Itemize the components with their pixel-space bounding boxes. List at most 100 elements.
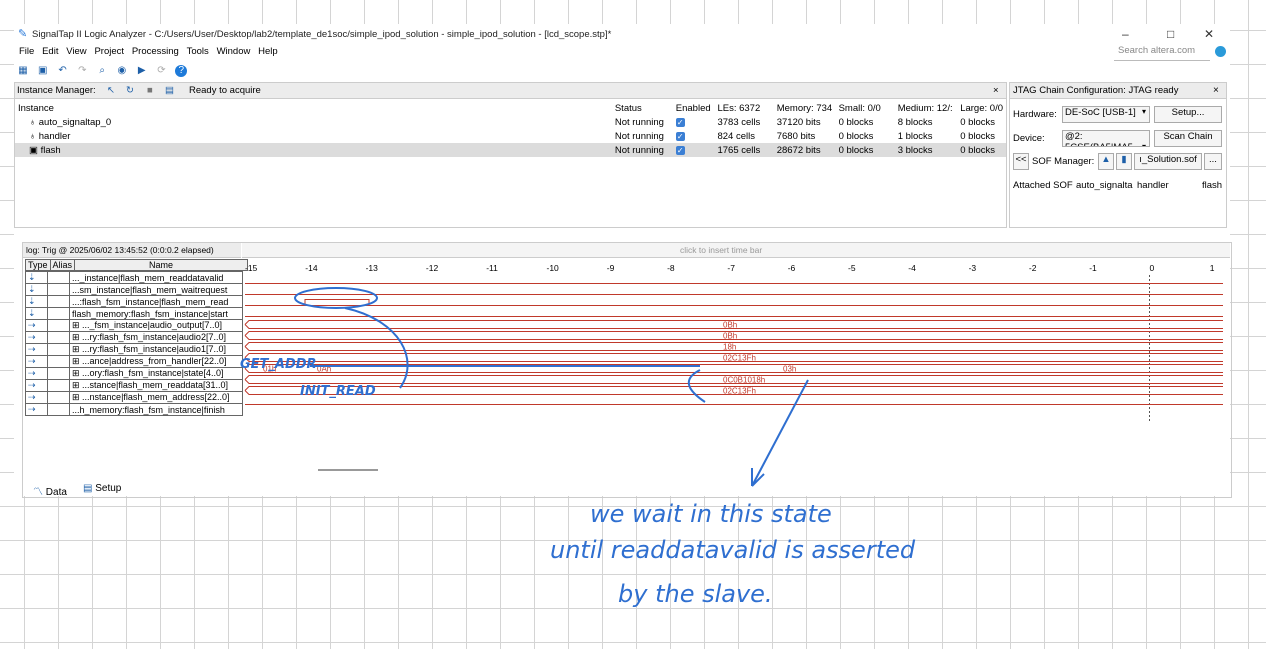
run-analysis-icon[interactable]: ↻: [126, 85, 134, 96]
sof-file-field[interactable]: ı_Solution.sof: [1134, 153, 1202, 170]
data-tab-icon: 〽: [33, 487, 46, 498]
instance-row[interactable]: ♁ auto_signaltap_0 Not running ✓ 3783 ce…: [15, 115, 1006, 129]
time-tick-label: -15: [245, 263, 258, 273]
time-tick-label: 0: [1150, 263, 1155, 273]
time-tick-label: 1: [1210, 263, 1215, 273]
instance-large: 0 blocks: [960, 144, 996, 156]
annotation-note-line-3: by the slave.: [618, 580, 773, 608]
attach-icon[interactable]: ▮: [1116, 153, 1132, 170]
menu-bar: File Edit View Project Processing Tools …: [14, 44, 1230, 60]
instance-status: Not running: [614, 130, 664, 142]
menu-edit[interactable]: Edit: [42, 46, 58, 57]
chevron-down-icon: ▾: [1141, 142, 1146, 147]
enabled-checkbox[interactable]: ✓: [675, 117, 685, 127]
instance-medium: 8 blocks: [897, 116, 933, 128]
enabled-checkbox[interactable]: ✓: [675, 145, 685, 155]
sof-manager-label: SOF Manager:: [1032, 156, 1095, 167]
waveform-panel: log: Trig @ 2025/06/02 13:45:52 (0:0:0.2…: [22, 242, 1232, 498]
bus-value: 18h: [723, 343, 736, 352]
time-tick-label: -8: [667, 263, 675, 273]
attached-col-1: auto_signalta: [1076, 180, 1133, 191]
bus-value: 0Ah: [317, 365, 331, 374]
save-icon[interactable]: ▣: [37, 65, 49, 77]
jtag-close-icon[interactable]: ×: [1213, 85, 1219, 96]
time-tick-label: -5: [848, 263, 856, 273]
instance-status: Not running: [614, 144, 664, 156]
instance-row-selected[interactable]: ▣ flash Not running ✓ 1765 cells 28672 b…: [15, 143, 1006, 157]
find-icon[interactable]: ⌕: [96, 65, 108, 77]
annotation-get-addr: GET_ADDR: [240, 357, 317, 372]
title-bar: ✎ SignalTap II Logic Analyzer - C:/Users…: [14, 24, 1230, 44]
menu-tools[interactable]: Tools: [187, 46, 209, 57]
instance-name: auto_signaltap_0: [38, 116, 112, 128]
time-tick-label: -13: [366, 263, 379, 273]
jtag-panel: JTAG Chain Configuration: JTAG ready × H…: [1009, 82, 1227, 228]
redo-icon[interactable]: ↷: [76, 65, 88, 77]
menu-window[interactable]: Window: [217, 46, 251, 57]
time-tick-label: -11: [486, 263, 498, 273]
attached-col-3: flash: [1202, 180, 1223, 191]
device-value: @2: 5CSE(BA5|MA5: [1065, 131, 1133, 146]
instance-les: 3783 cells: [717, 116, 761, 128]
close-button[interactable]: ✕: [1204, 27, 1214, 41]
col-status: Status: [614, 102, 642, 114]
enabled-checkbox[interactable]: ✓: [675, 131, 685, 141]
help-icon[interactable]: ?: [175, 65, 188, 77]
attached-sof-label: Attached SOF: [1013, 180, 1073, 191]
tab-setup[interactable]: ▤ Setup: [83, 483, 121, 494]
binoculars-icon[interactable]: ◉: [116, 65, 128, 77]
undo-icon[interactable]: ↶: [57, 65, 69, 77]
setup-button[interactable]: Setup...: [1154, 106, 1222, 123]
run-icon[interactable]: ▶: [136, 65, 148, 77]
instance-small: 0 blocks: [838, 116, 874, 128]
autorun-analysis-icon[interactable]: ↖: [107, 85, 115, 96]
instance-name: handler: [38, 130, 71, 142]
instance-name: flash: [40, 144, 61, 156]
maximize-button[interactable]: □: [1167, 27, 1174, 41]
read-data-icon[interactable]: ▤: [165, 85, 174, 96]
tab-data[interactable]: 〽 Data: [33, 483, 67, 498]
menu-view[interactable]: View: [66, 46, 86, 57]
chevron-down-icon: ▾: [1141, 107, 1146, 116]
instance-large: 0 blocks: [960, 116, 996, 128]
menu-project[interactable]: Project: [94, 46, 124, 57]
instance-manager-panel: Instance Manager: ↖ ↻ ■ ▤ Ready to acqui…: [14, 82, 1007, 228]
instance-manager-header: Instance Manager: ↖ ↻ ■ ▤ Ready to acqui…: [15, 83, 1006, 99]
instance-row[interactable]: ♁ handler Not running ✓ 824 cells 7680 b…: [15, 129, 1006, 143]
hardware-select[interactable]: DE-SoC [USB-1] ▾: [1062, 106, 1150, 123]
instance-medium: 3 blocks: [897, 144, 933, 156]
sof-browse-button[interactable]: ...: [1204, 153, 1222, 170]
scan-chain-button[interactable]: Scan Chain: [1154, 130, 1222, 147]
annotation-note-line-1: we wait in this state: [590, 500, 832, 528]
minimize-button[interactable]: –: [1122, 27, 1129, 41]
col-large: Large: 0/0: [960, 102, 1003, 114]
instance-icon: ♁: [29, 130, 39, 142]
stop-analysis-icon[interactable]: ■: [147, 85, 153, 96]
menu-processing[interactable]: Processing: [132, 46, 179, 57]
instance-icon[interactable]: ▦: [17, 65, 29, 77]
time-tick-label: -4: [908, 263, 916, 273]
horizontal-scrollbar[interactable]: [318, 469, 378, 471]
attached-col-2: handler: [1137, 180, 1169, 191]
col-memory: Memory: 734: [776, 102, 833, 114]
time-tick-label: -6: [788, 263, 796, 273]
annotation-init-read: INIT_READ: [300, 384, 376, 399]
instance-icon: ▣: [29, 144, 41, 156]
menu-file[interactable]: File: [19, 46, 34, 57]
instance-icon: ♁: [29, 116, 39, 128]
time-tick-label: -10: [547, 263, 560, 273]
instance-les: 824 cells: [717, 130, 755, 142]
sof-prev-button[interactable]: <<: [1013, 153, 1029, 170]
instance-small: 0 blocks: [838, 130, 874, 142]
waveform-display[interactable]: -15 -14 -13 -12 -11 -10 -9 -8 -7 -6 -5 -4 -3 -2 -1 0 1 0…: [23, 243, 1231, 497]
globe-icon[interactable]: [1215, 46, 1226, 57]
bus-value: 0Bh: [723, 332, 737, 341]
autorun-icon[interactable]: ⟳: [155, 65, 167, 77]
program-icon[interactable]: ▲: [1098, 153, 1114, 170]
jtag-title: JTAG Chain Configuration: JTAG ready: [1013, 85, 1179, 96]
instance-manager-close-icon[interactable]: ×: [993, 85, 999, 96]
menu-help[interactable]: Help: [258, 46, 278, 57]
search-input[interactable]: Search altera.com: [1114, 45, 1210, 61]
bus-value: 03h: [783, 365, 796, 374]
device-select[interactable]: @2: 5CSE(BA5|MA5 ▾: [1062, 130, 1150, 147]
